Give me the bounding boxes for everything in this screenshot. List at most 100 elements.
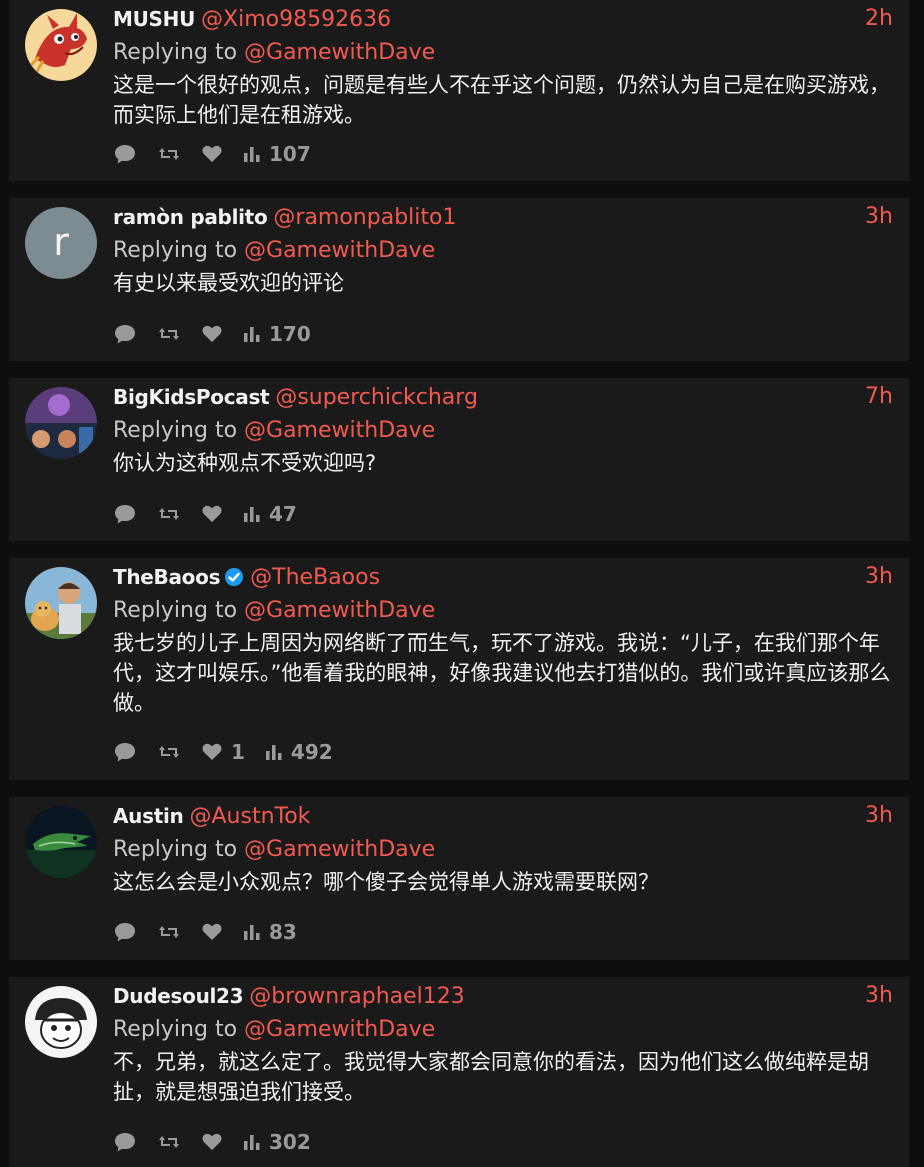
reply-button[interactable] (113, 143, 137, 165)
reply-button[interactable] (113, 1131, 137, 1153)
timestamp[interactable]: 3h (865, 797, 893, 835)
reply-target-link[interactable]: @GamewithDave (244, 40, 435, 65)
author-handle[interactable]: @superchickcharg (275, 385, 478, 410)
reply-text: 你认为这种观点不受欢迎吗? (113, 451, 377, 475)
avatar[interactable] (25, 986, 97, 1058)
reply-button[interactable] (113, 921, 137, 943)
avatar[interactable] (25, 806, 97, 878)
replying-label: Replying to (113, 1017, 238, 1042)
reply-button[interactable] (113, 323, 137, 345)
reply-button[interactable] (113, 503, 137, 525)
reply-card[interactable]: Dudesoul23 @brownraphael123 3h Replying t… (9, 977, 909, 1167)
avatar[interactable]: r (25, 207, 97, 279)
like-count: 1 (231, 740, 245, 764)
replying-to: Replying to @GamewithDave (113, 416, 909, 446)
avatar[interactable] (25, 567, 97, 639)
comment-icon (113, 323, 137, 345)
replying-label: Replying to (113, 40, 238, 65)
view-count: 47 (269, 502, 297, 526)
reply-target-link[interactable]: @GamewithDave (244, 598, 435, 623)
heart-icon (201, 922, 223, 942)
reply-target-link[interactable]: @GamewithDave (244, 1017, 435, 1042)
retweet-button[interactable] (157, 922, 181, 942)
replying-label: Replying to (113, 238, 238, 263)
replying-to: Replying to @GamewithDave (113, 835, 909, 865)
author-name[interactable]: Dudesoul23 (113, 984, 244, 1008)
like-button[interactable] (201, 324, 223, 344)
view-count: 107 (269, 142, 311, 166)
action-bar: 302 (113, 1127, 331, 1157)
views-button[interactable]: 83 (243, 920, 297, 944)
reply-text: 我七岁的儿子上周因为网络断了而生气，玩不了游戏。我说：“儿子，在我们那个年代，这… (113, 631, 891, 715)
views-button[interactable]: 107 (243, 142, 311, 166)
view-count: 83 (269, 920, 297, 944)
retweet-button[interactable] (157, 504, 181, 524)
retweet-button[interactable] (157, 1132, 181, 1152)
replying-to: Replying to @GamewithDave (113, 1015, 909, 1045)
views-button[interactable]: 302 (243, 1130, 311, 1154)
replying-to: Replying to @GamewithDave (113, 38, 909, 68)
like-button[interactable] (201, 922, 223, 942)
reply-text: 有史以来最受欢迎的评论 (113, 271, 344, 295)
timestamp[interactable]: 3h (865, 558, 893, 596)
like-button[interactable]: 1 (201, 740, 245, 764)
comment-icon (113, 503, 137, 525)
author-handle[interactable]: @ramonpablito1 (273, 205, 456, 230)
timestamp[interactable]: 3h (865, 977, 893, 1015)
reply-card[interactable]: TheBaoos @TheBaoos 3h Replying to @Gamewi… (9, 558, 909, 780)
author-handle[interactable]: @Ximo98592636 (201, 7, 391, 32)
views-icon (243, 145, 261, 163)
author-name[interactable]: Austin (113, 804, 184, 828)
reply-target-link[interactable]: @GamewithDave (244, 837, 435, 862)
action-bar: 47 (113, 499, 317, 529)
reply-card[interactable]: MUSHU @Ximo98592636 2h Replying to @Gamew… (9, 0, 909, 181)
author-handle[interactable]: @brownraphael123 (249, 984, 464, 1009)
heart-icon (201, 324, 223, 344)
reply-target-link[interactable]: @GamewithDave (244, 238, 435, 263)
timestamp[interactable]: 7h (865, 378, 893, 416)
retweet-button[interactable] (157, 324, 181, 344)
avatar[interactable] (25, 9, 97, 81)
views-icon (243, 325, 261, 343)
retweet-icon (157, 144, 181, 164)
replying-label: Replying to (113, 837, 238, 862)
like-button[interactable] (201, 144, 223, 164)
action-bar: 107 (113, 139, 331, 169)
view-count: 302 (269, 1130, 311, 1154)
reply-text: 这是一个很好的观点，问题是有些人不在乎这个问题，仍然认为自己是在购买游戏，而实际… (113, 73, 890, 127)
retweet-icon (157, 504, 181, 524)
timestamp[interactable]: 2h (865, 0, 893, 38)
reply-button[interactable] (113, 741, 137, 763)
replying-to: Replying to @GamewithDave (113, 596, 909, 626)
retweet-icon (157, 1132, 181, 1152)
reply-card[interactable]: BigKidsPocast @superchickcharg 7h Replyin… (9, 378, 909, 541)
action-bar: 1 492 (113, 737, 353, 767)
views-button[interactable]: 170 (243, 322, 311, 346)
reply-target-link[interactable]: @GamewithDave (244, 418, 435, 443)
views-button[interactable]: 492 (265, 740, 333, 764)
avatar[interactable] (25, 387, 97, 459)
retweet-icon (157, 922, 181, 942)
views-button[interactable]: 47 (243, 502, 297, 526)
heart-icon (201, 144, 223, 164)
comment-icon (113, 1131, 137, 1153)
author-name[interactable]: MUSHU (113, 7, 195, 31)
heart-icon (201, 1132, 223, 1152)
timestamp[interactable]: 3h (865, 198, 893, 236)
retweet-button[interactable] (157, 144, 181, 164)
author-handle[interactable]: @AustnTok (189, 804, 310, 829)
author-name[interactable]: TheBaoos (113, 565, 220, 589)
reply-card[interactable]: Austin @AustnTok 3h Replying to @Gamewith… (9, 797, 909, 960)
replying-to: Replying to @GamewithDave (113, 236, 909, 266)
heart-icon (201, 504, 223, 524)
views-icon (243, 923, 261, 941)
author-handle[interactable]: @TheBaoos (250, 565, 380, 590)
views-icon (265, 743, 283, 761)
reply-card[interactable]: r ramòn pablito @ramonpablito1 3h Replyin… (9, 198, 909, 361)
like-button[interactable] (201, 1132, 223, 1152)
like-button[interactable] (201, 504, 223, 524)
retweet-button[interactable] (157, 742, 181, 762)
author-name[interactable]: ramòn pablito (113, 205, 268, 229)
views-icon (243, 505, 261, 523)
author-name[interactable]: BigKidsPocast (113, 385, 270, 409)
